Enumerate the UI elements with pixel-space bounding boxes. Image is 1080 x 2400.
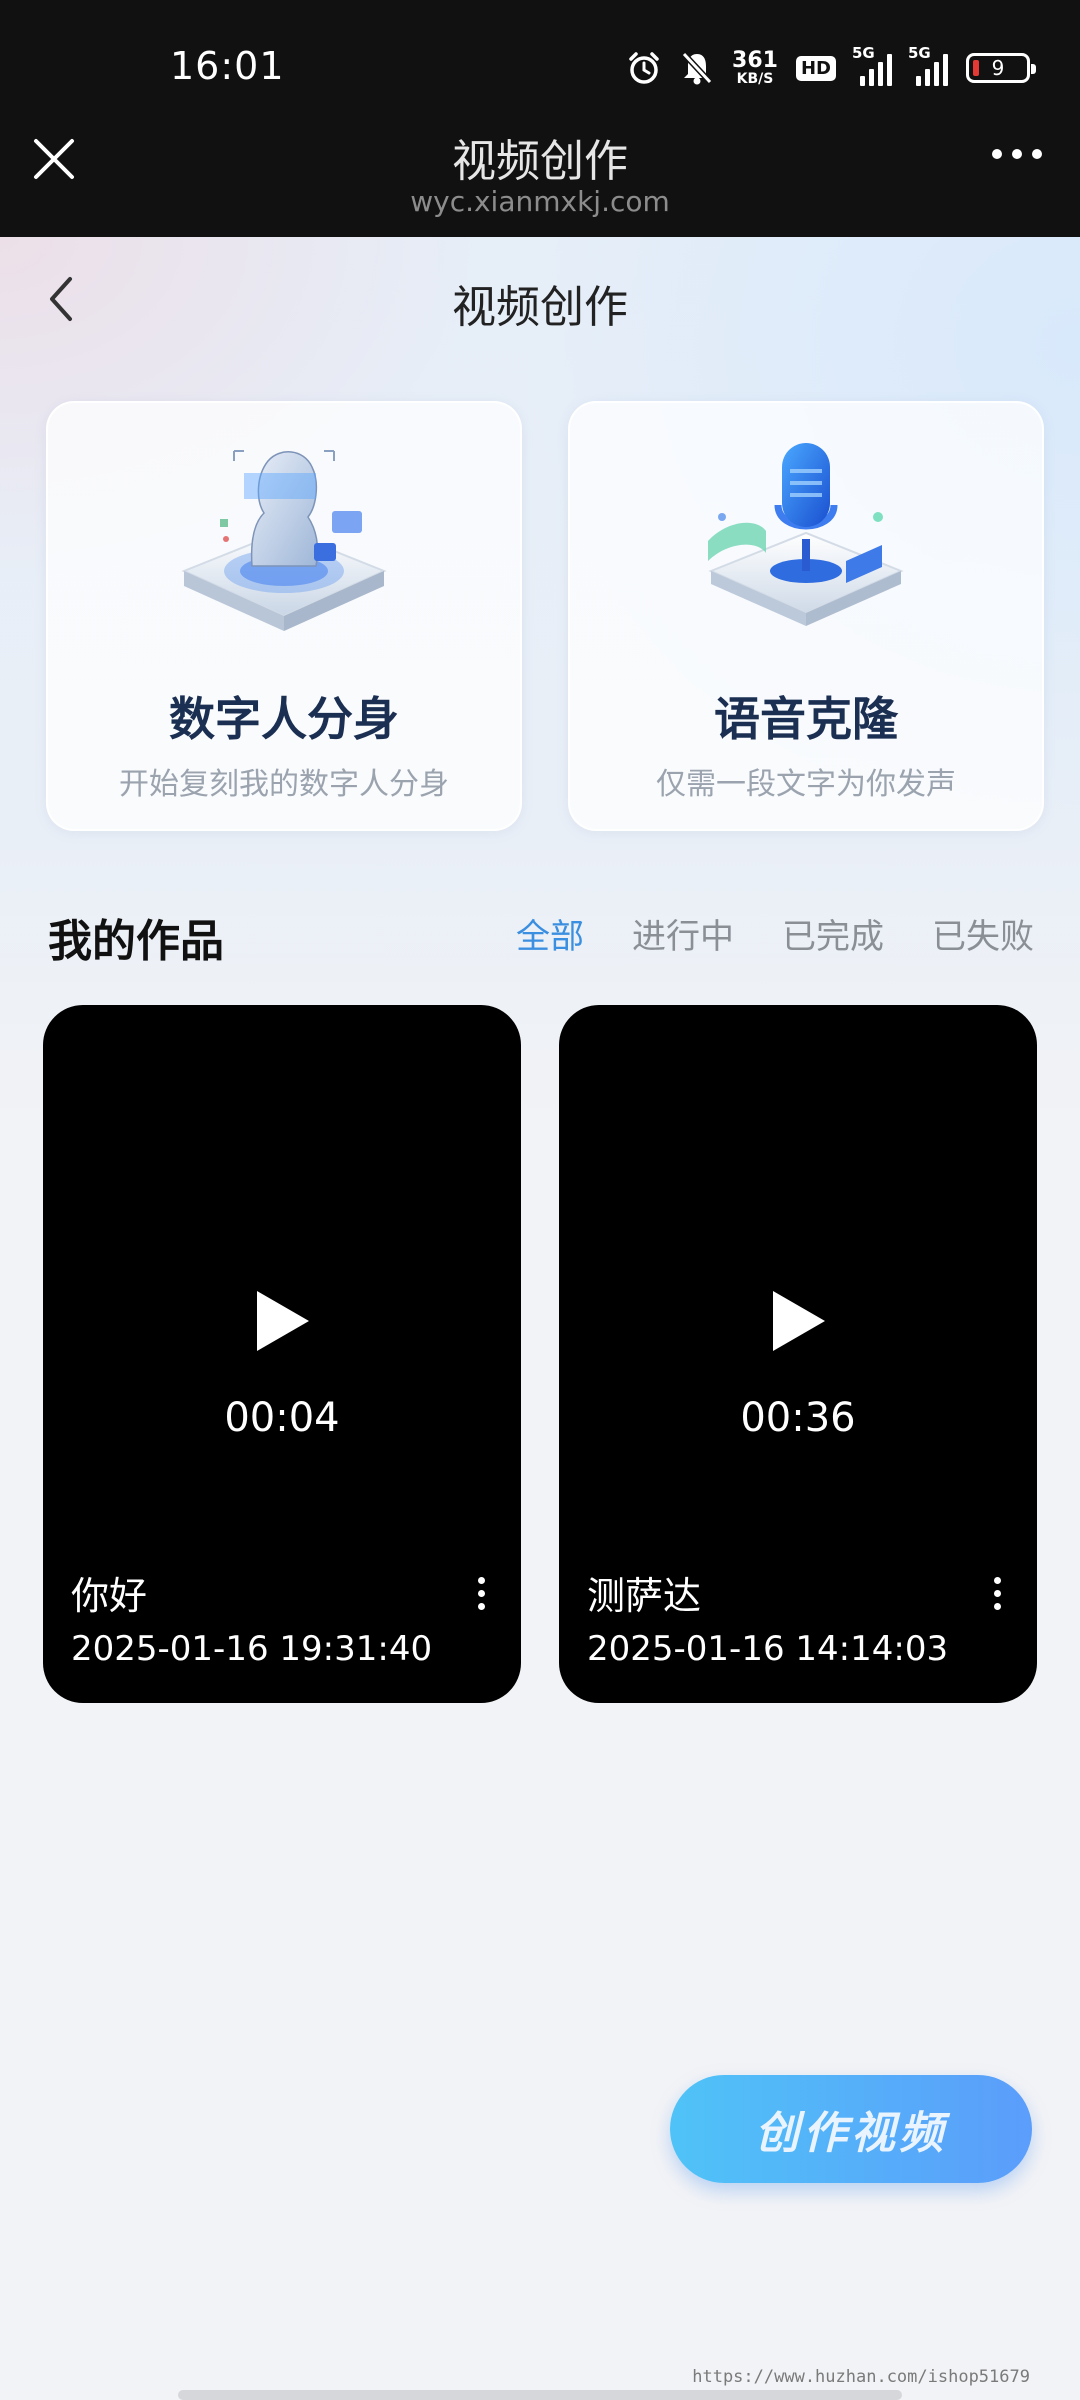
- browser-bar: 视频创作 wyc.xianmxkj.com: [0, 135, 1080, 237]
- gesture-handle[interactable]: [178, 2390, 902, 2400]
- hd-badge: HD: [795, 55, 836, 81]
- net-speed: 361 KB/S: [732, 48, 778, 87]
- status-time: 16:01: [170, 44, 285, 88]
- battery-low-indicator: [973, 60, 979, 76]
- digital-human-card[interactable]: 数字人分身 开始复刻我的数字人分身: [46, 401, 522, 831]
- signal-icon-sim1: 5G: [852, 44, 892, 86]
- video-more-icon[interactable]: [994, 1577, 1001, 1610]
- net-speed-unit: KB/S: [736, 71, 774, 87]
- play-icon[interactable]: [253, 1287, 313, 1355]
- voice-clone-subtitle: 仅需一段文字为你发声: [656, 767, 956, 802]
- video-name: 你好: [71, 1574, 148, 1618]
- net-speed-value: 361: [732, 48, 778, 73]
- tab-all[interactable]: 全部: [516, 909, 584, 958]
- status-icons: 361 KB/S HD 5G 5G 9: [626, 44, 1036, 90]
- voice-clone-card[interactable]: 语音克隆 仅需一段文字为你发声: [568, 401, 1044, 831]
- signal-icon-sim2: 5G: [908, 44, 948, 86]
- video-date: 2025-01-16 14:14:03: [587, 1629, 949, 1669]
- mute-icon: [680, 50, 714, 86]
- microphone-illustration: [570, 421, 1042, 641]
- browser-url: wyc.xianmxkj.com: [410, 185, 670, 218]
- digital-human-subtitle: 开始复刻我的数字人分身: [119, 767, 449, 802]
- sim1-label: 5G: [852, 44, 875, 62]
- video-duration: 00:36: [740, 1395, 856, 1441]
- tab-completed[interactable]: 已完成: [782, 909, 884, 958]
- battery-icon: 9: [966, 53, 1036, 83]
- browser-title: 视频创作: [452, 136, 628, 187]
- video-date: 2025-01-16 19:31:40: [71, 1629, 433, 1669]
- alarm-icon: [626, 50, 662, 86]
- digital-human-title: 数字人分身: [169, 692, 399, 746]
- voice-clone-title: 语音克隆: [714, 692, 898, 746]
- video-name: 测萨达: [587, 1574, 702, 1618]
- tab-in-progress[interactable]: 进行中: [632, 909, 734, 958]
- watermark-text: https://www.huzhan.com/ishop51679: [692, 2367, 1030, 2387]
- sim2-label: 5G: [908, 44, 931, 62]
- video-card[interactable]: 00:04 你好 2025-01-16 19:31:40: [43, 1005, 521, 1703]
- play-icon[interactable]: [769, 1287, 829, 1355]
- tab-failed[interactable]: 已失败: [932, 909, 1034, 958]
- page-content: 视频创作 数字人分身 开始复刻我的数字人分身 语音克隆 仅需一段文字为你发声 我…: [0, 237, 1080, 2400]
- create-video-button[interactable]: 创作视频: [670, 2075, 1032, 2183]
- more-icon[interactable]: [992, 149, 1042, 159]
- video-more-icon[interactable]: [478, 1577, 485, 1610]
- my-works-title: 我的作品: [48, 916, 224, 967]
- digital-human-illustration: [48, 421, 520, 641]
- status-bar: 16:01 361 KB/S HD 5G 5G 9: [0, 0, 1080, 135]
- page-title: 视频创作: [452, 282, 628, 333]
- video-duration: 00:04: [224, 1395, 340, 1441]
- filter-tabs: 全部 进行中 已完成 已失败: [516, 909, 1034, 958]
- battery-level: 9: [991, 56, 1005, 80]
- video-card[interactable]: 00:36 测萨达 2025-01-16 14:14:03: [559, 1005, 1037, 1703]
